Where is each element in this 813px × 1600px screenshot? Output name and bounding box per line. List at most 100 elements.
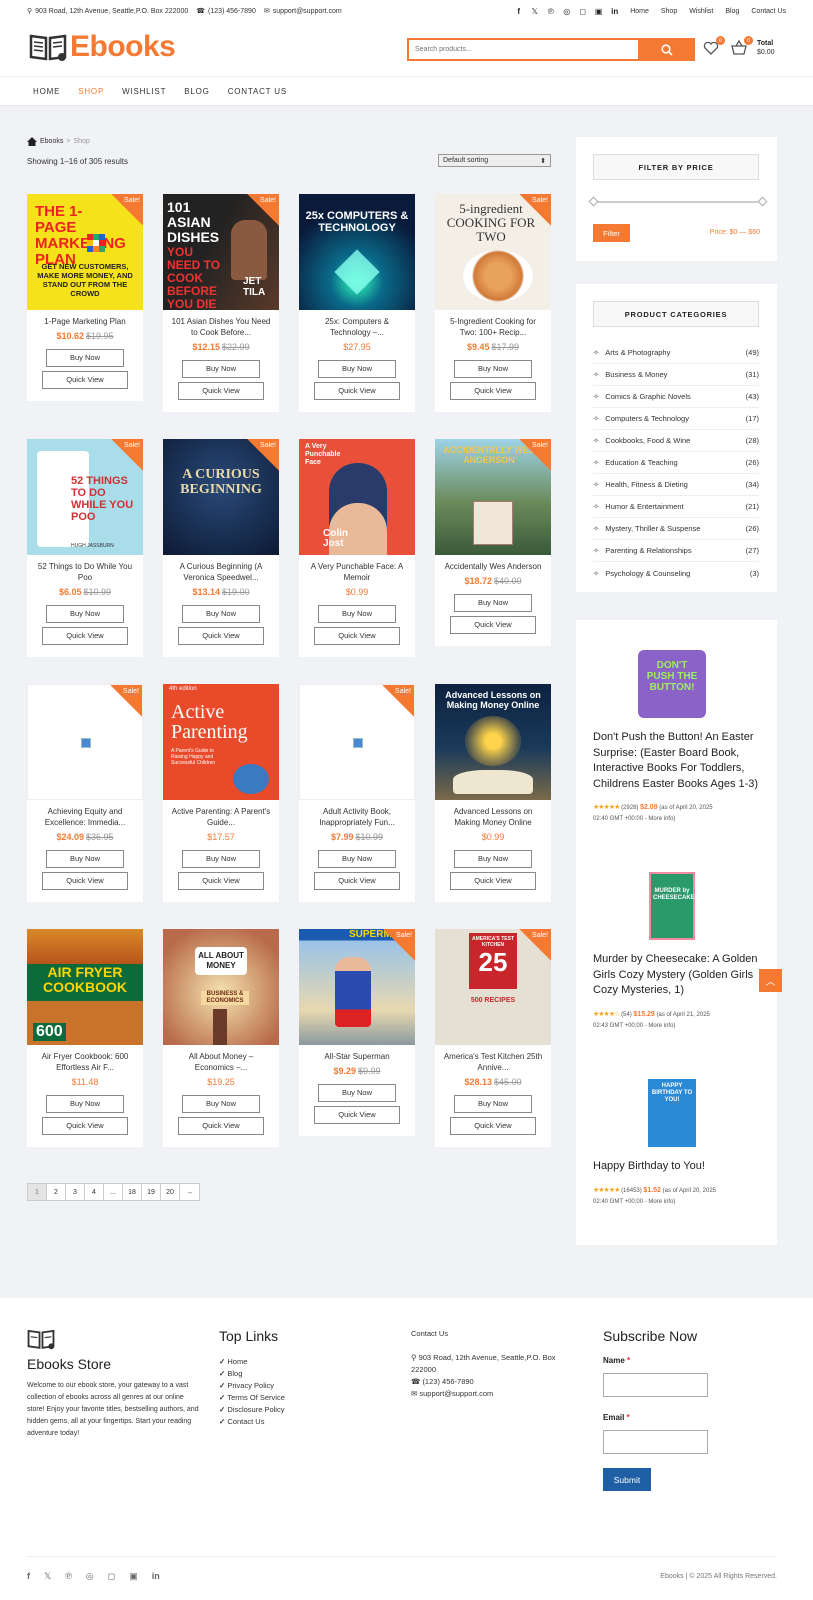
quick-view-button[interactable]: Quick View (42, 371, 128, 389)
buy-now-button[interactable]: Buy Now (454, 360, 532, 378)
product-title[interactable]: All About Money – Economics –... (163, 1045, 279, 1073)
pinterest-icon[interactable]: ℗ (546, 7, 555, 16)
phone-info[interactable]: ☎ (123) 456-7890 (196, 7, 256, 16)
quick-view-button[interactable]: Quick View (178, 382, 264, 400)
page-link[interactable]: 3 (66, 1184, 85, 1200)
featured-cover[interactable]: DON'T PUSH THE BUTTON! (638, 650, 706, 718)
category-item[interactable]: Health, Fitness & Dieting(34) (593, 474, 759, 496)
buy-now-button[interactable]: Buy Now (46, 605, 124, 623)
product-title[interactable]: All-Star Superman (299, 1045, 415, 1062)
email-text[interactable]: support@support.com (273, 8, 342, 15)
product-title[interactable]: 101 Asian Dishes You Need to Cook Before… (163, 310, 279, 338)
product-title[interactable]: 5-Ingredient Cooking for Two: 100+ Recip… (435, 310, 551, 338)
buy-now-button[interactable]: Buy Now (318, 1084, 396, 1102)
product-cover[interactable]: ACCIDENTALLY WES ANDERSON Sale! (435, 439, 551, 555)
filter-button[interactable]: Filter (593, 224, 630, 242)
breadcrumb-home[interactable]: Ebooks (40, 138, 63, 145)
footer-phone[interactable]: ☎ (123) 456-7890 (411, 1376, 571, 1388)
category-item[interactable]: Comics & Graphic Novels(43) (593, 386, 759, 408)
nav-shop[interactable]: SHOP (78, 87, 104, 96)
product-title[interactable]: 25x: Computers & Technology –... (299, 310, 415, 338)
facebook-icon[interactable]: f (27, 1571, 30, 1582)
page-link[interactable]: 19 (142, 1184, 161, 1200)
search-button[interactable] (638, 38, 695, 61)
product-cover[interactable]: 4th edition Active Parenting A Parent's … (163, 684, 279, 800)
nav-contact[interactable]: CONTACT US (228, 87, 287, 96)
quick-view-button[interactable]: Quick View (450, 382, 536, 400)
buy-now-button[interactable]: Buy Now (318, 360, 396, 378)
top-link-home[interactable]: Home (630, 8, 649, 15)
page-link[interactable]: 20 (161, 1184, 180, 1200)
product-cover[interactable]: A Very Punchable Face Colin Jost (299, 439, 415, 555)
buy-now-button[interactable]: Buy Now (454, 594, 532, 612)
product-cover[interactable]: SUPERMAN Sale! (299, 929, 415, 1045)
product-title[interactable]: Air Fryer Cookbook: 600 Effortless Air F… (27, 1045, 143, 1073)
quick-view-button[interactable]: Quick View (42, 872, 128, 890)
scroll-to-top-button[interactable]: ︿ (759, 969, 782, 992)
sort-select[interactable]: Default sorting ⬍ (438, 154, 551, 167)
wishlist-button[interactable]: 0 (703, 36, 725, 58)
buy-now-button[interactable]: Buy Now (46, 349, 124, 367)
cart-total[interactable]: Total $0.00 (757, 39, 775, 57)
product-title[interactable]: America's Test Kitchen 25th Annive... (435, 1045, 551, 1073)
product-cover[interactable]: 5-ingredient COOKING FOR TWO Sale! (435, 194, 551, 310)
product-cover[interactable]: Sale! (299, 684, 415, 800)
phone-text[interactable]: (123) 456-7890 (208, 8, 256, 15)
category-item[interactable]: Arts & Photography(49) (593, 342, 759, 364)
flickr-icon[interactable]: ▣ (594, 7, 603, 16)
footer-link-contact[interactable]: Contact Us (219, 1416, 285, 1428)
pinterest-icon[interactable]: ℗ (65, 1571, 72, 1582)
buy-now-button[interactable]: Buy Now (182, 850, 260, 868)
featured-cover[interactable]: HAPPY BIRTHDAY TO YOU! (648, 1079, 696, 1147)
quick-view-button[interactable]: Quick View (314, 1106, 400, 1124)
email-field[interactable] (603, 1430, 708, 1454)
x-icon[interactable]: 𝕏 (44, 1571, 51, 1582)
featured-title[interactable]: Happy Birthday to You! (593, 1159, 759, 1175)
category-item[interactable]: Cookbooks, Food & Wine(28) (593, 430, 759, 452)
home-icon[interactable] (27, 137, 37, 146)
product-title[interactable]: Active Parenting: A Parent's Guide... (163, 800, 279, 828)
flickr-icon[interactable]: ▣ (129, 1571, 138, 1582)
email-info[interactable]: ✉ support@support.com (264, 7, 342, 16)
product-cover[interactable]: Advanced Lessons on Making Money Online (435, 684, 551, 800)
category-item[interactable]: Psychology & Counseling(3) (593, 562, 759, 584)
product-cover[interactable]: ALL ABOUT MONEY BUSINESS & ECONOMICS (163, 929, 279, 1045)
featured-cover[interactable]: MURDER by CHEESECAKE (649, 872, 695, 940)
footer-link-terms[interactable]: Terms Of Service (219, 1392, 285, 1404)
product-title[interactable]: A Very Punchable Face: A Memoir (299, 555, 415, 583)
product-cover[interactable]: 52 THINGS TO DO WHILE YOU POO HUGH JASSB… (27, 439, 143, 555)
buy-now-button[interactable]: Buy Now (182, 605, 260, 623)
buy-now-button[interactable]: Buy Now (454, 1095, 532, 1113)
search-input[interactable] (407, 38, 638, 61)
quick-view-button[interactable]: Quick View (450, 872, 536, 890)
price-slider[interactable] (588, 196, 768, 207)
footer-link-privacy[interactable]: Privacy Policy (219, 1380, 285, 1392)
product-title[interactable]: Accidentally Wes Anderson (435, 555, 551, 572)
category-item[interactable]: Parenting & Relationships(27) (593, 540, 759, 562)
instagram-icon[interactable]: ◻ (108, 1571, 115, 1582)
footer-email[interactable]: ✉ support@support.com (411, 1388, 571, 1400)
page-link[interactable]: 2 (47, 1184, 66, 1200)
page-link[interactable]: 4 (85, 1184, 104, 1200)
site-logo[interactable]: Ebooks (29, 30, 176, 64)
product-title[interactable]: Adult Activity Book, Inappropriately Fun… (299, 800, 415, 828)
name-field[interactable] (603, 1373, 708, 1397)
buy-now-button[interactable]: Buy Now (182, 1095, 260, 1113)
quick-view-button[interactable]: Quick View (450, 1117, 536, 1135)
nav-blog[interactable]: BLOG (184, 87, 209, 96)
linkedin-icon[interactable]: in (152, 1571, 160, 1582)
category-item[interactable]: Mystery, Thriller & Suspense(26) (593, 518, 759, 540)
product-title[interactable]: 1-Page Marketing Plan (27, 310, 143, 327)
quick-view-button[interactable]: Quick View (42, 1117, 128, 1135)
product-cover[interactable]: A CURIOUS BEGINNING Sale! (163, 439, 279, 555)
quick-view-button[interactable]: Quick View (178, 1117, 264, 1135)
quick-view-button[interactable]: Quick View (314, 382, 400, 400)
nav-home[interactable]: HOME (33, 87, 60, 96)
cart-button[interactable]: 0 (731, 36, 753, 58)
submit-button[interactable]: Submit (603, 1468, 651, 1491)
footer-link-disclosure[interactable]: Disclosure Policy (219, 1404, 285, 1416)
product-title[interactable]: Achieving Equity and Excellence: Immedia… (27, 800, 143, 828)
quick-view-button[interactable]: Quick View (314, 872, 400, 890)
quick-view-button[interactable]: Quick View (42, 627, 128, 645)
category-item[interactable]: Computers & Technology(17) (593, 408, 759, 430)
